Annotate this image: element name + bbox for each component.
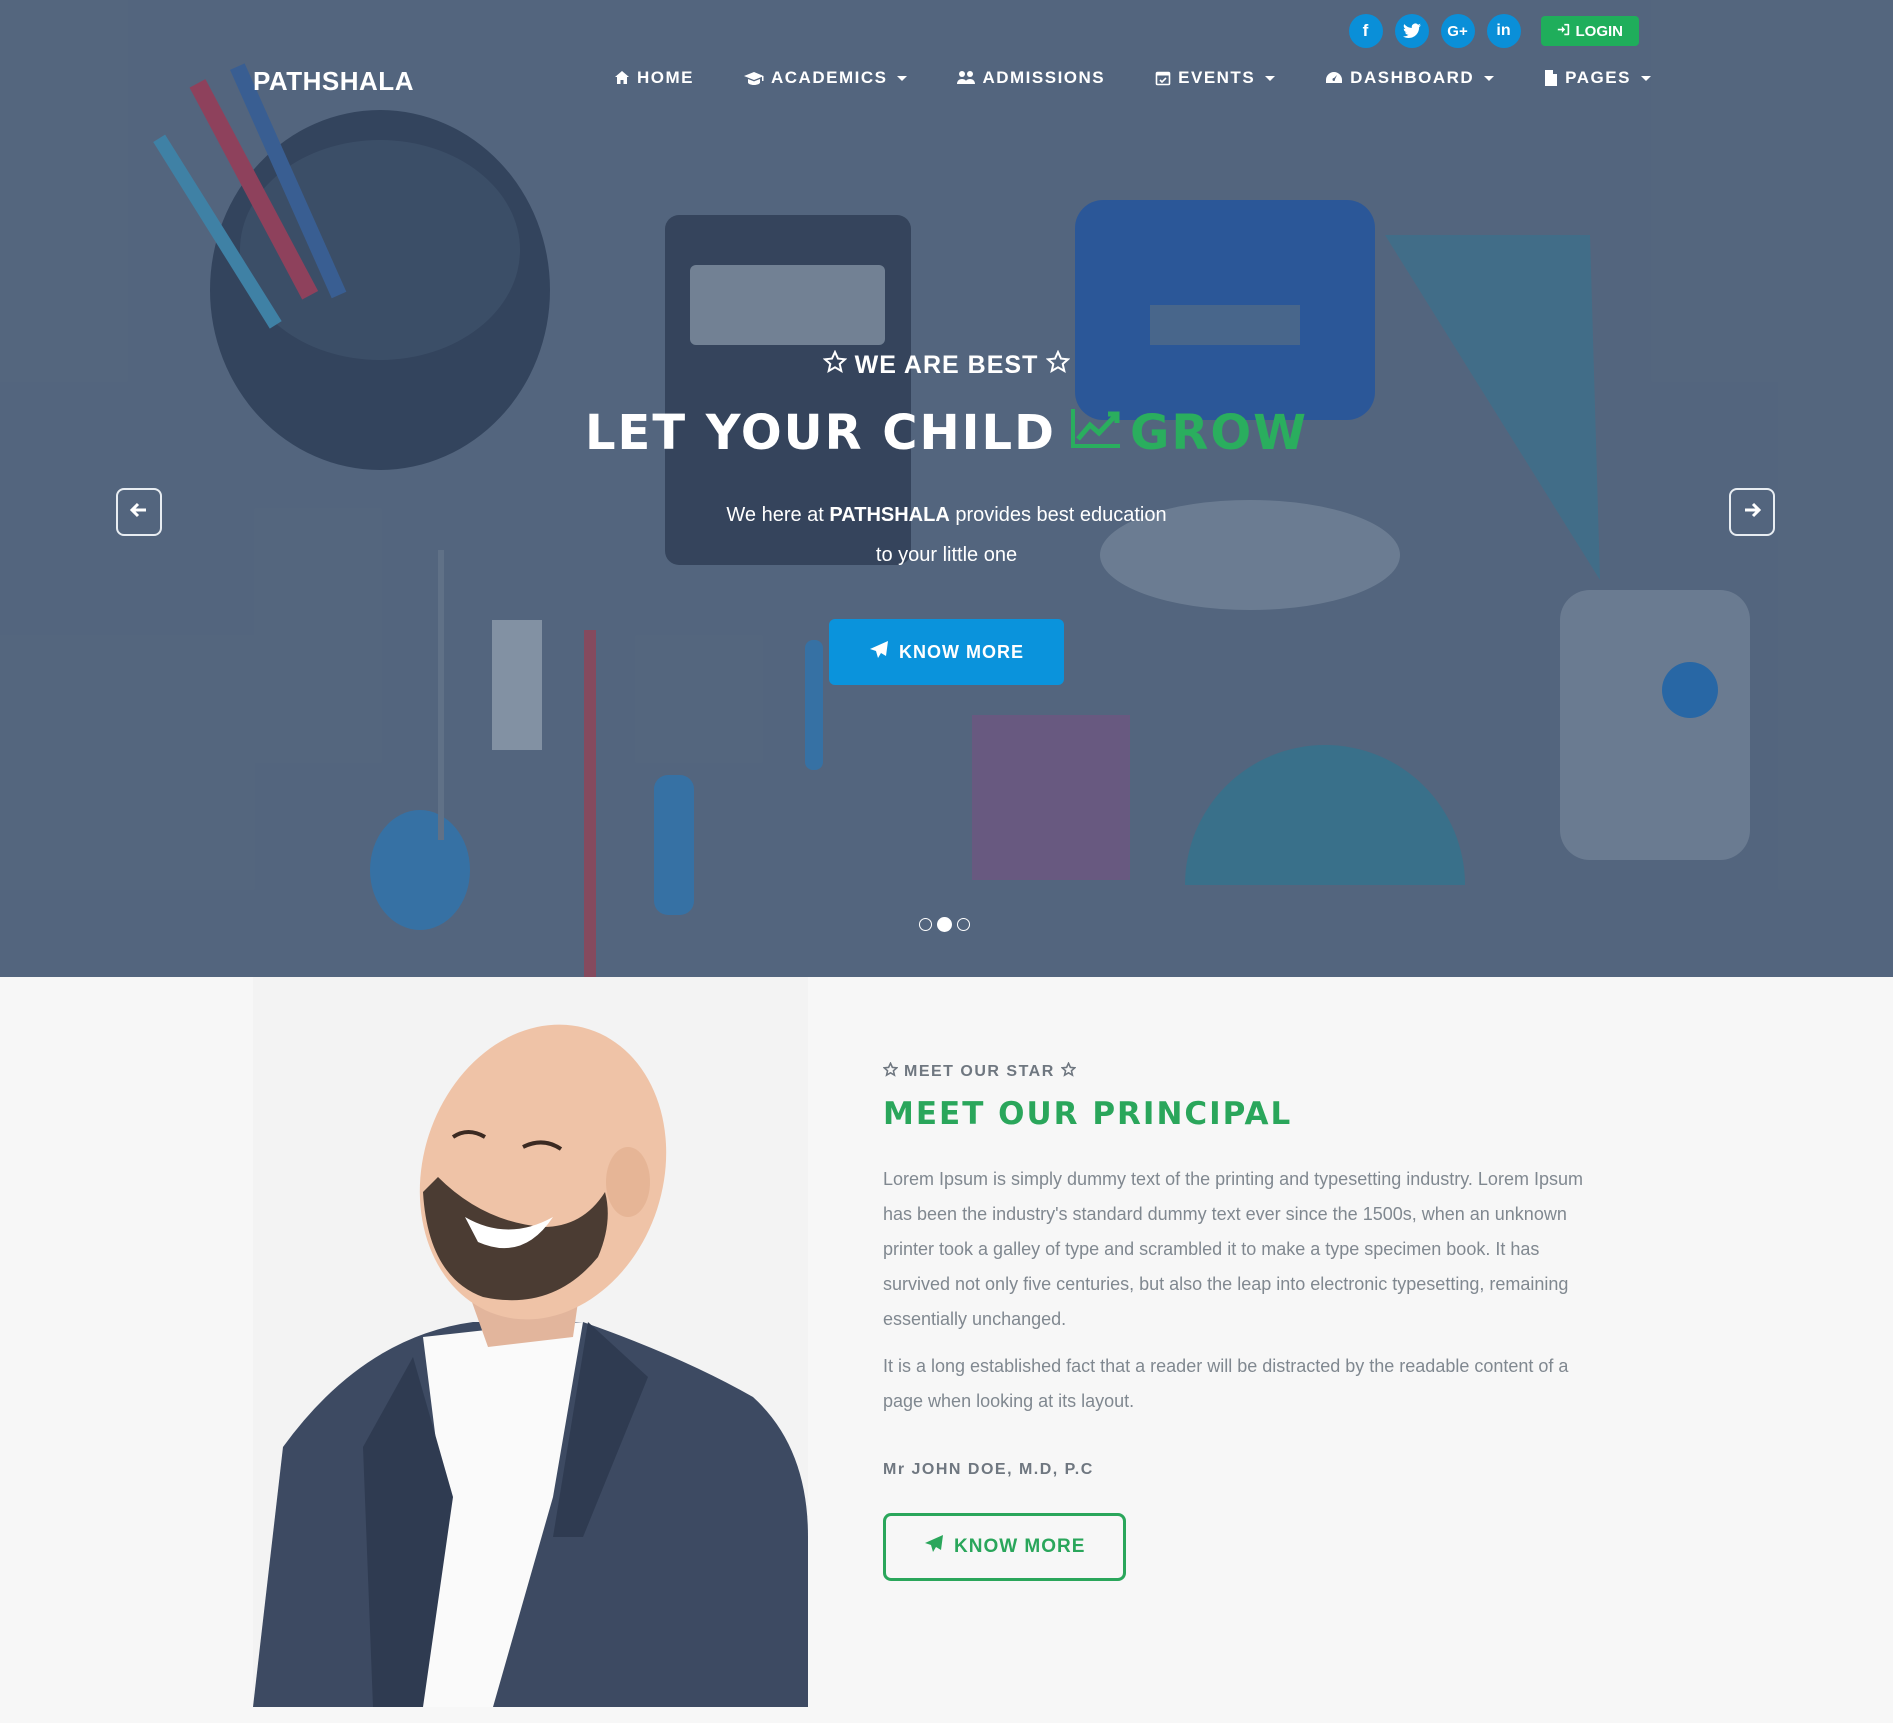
star-icon bbox=[1045, 349, 1071, 381]
hero-know-more-button[interactable]: KNOW MORE bbox=[829, 619, 1064, 685]
file-icon bbox=[1544, 70, 1558, 86]
nav-item-home[interactable]: HOME bbox=[614, 68, 694, 88]
nav-item-academics[interactable]: ACADEMICS bbox=[744, 68, 908, 88]
principal-paragraph-1: Lorem Ipsum is simply dummy text of the … bbox=[883, 1169, 1583, 1329]
hero-headline-grow: GROW bbox=[1129, 405, 1309, 461]
hero-headline-accent: GROW bbox=[1070, 405, 1308, 461]
slider-dot[interactable] bbox=[919, 918, 932, 931]
google-plus-icon[interactable]: G+ bbox=[1440, 14, 1475, 48]
principal-button-label: KNOW MORE bbox=[954, 1536, 1086, 1557]
slider-prev-button[interactable] bbox=[116, 488, 162, 536]
slider-dot[interactable] bbox=[957, 918, 970, 931]
hero-text-before: We here at bbox=[726, 504, 824, 526]
hero-text-after: provides best education bbox=[955, 504, 1167, 526]
nav-label: DASHBOARD bbox=[1350, 68, 1475, 87]
nav-item-pages[interactable]: PAGES bbox=[1544, 68, 1651, 88]
users-icon bbox=[957, 70, 976, 86]
principal-name: Mr JOHN DOE, M.D, P.C bbox=[883, 1461, 1094, 1478]
hero-eyebrow-text: WE ARE BEST bbox=[854, 351, 1039, 379]
paper-plane-icon bbox=[869, 640, 889, 665]
brand-logo[interactable]: PATHSHALA bbox=[253, 66, 414, 97]
hero-headline-main: LET YOUR CHILD bbox=[584, 405, 1056, 461]
login-label: LOGIN bbox=[1575, 22, 1624, 40]
hero-headline: LET YOUR CHILD GROW bbox=[0, 405, 1893, 461]
main-nav: HOME ACADEMICS ADMISSIONS EVENTS DASHBOA… bbox=[614, 68, 1651, 88]
principal-title: MEET OUR PRINCIPAL bbox=[883, 1096, 1293, 1132]
nav-item-events[interactable]: EVENTS bbox=[1155, 68, 1276, 88]
hero-text-line2: to your little one bbox=[875, 544, 1018, 566]
facebook-icon[interactable]: f bbox=[1348, 14, 1383, 48]
hero-description: We here at PATHSHALA provides best educa… bbox=[0, 495, 1893, 575]
star-icon bbox=[1060, 1061, 1077, 1082]
login-button[interactable]: LOGIN bbox=[1540, 16, 1639, 46]
calendar-check-icon bbox=[1155, 70, 1171, 86]
chevron-down-icon bbox=[897, 75, 908, 81]
hero-button-label: KNOW MORE bbox=[899, 641, 1024, 662]
linkedin-icon[interactable]: in bbox=[1486, 14, 1521, 48]
top-bar: f G+ in LOGIN bbox=[1348, 14, 1639, 48]
nav-label: EVENTS bbox=[1178, 68, 1256, 87]
hero-slider: f G+ in LOGIN PATHSHALA HOME ACADEMICS A… bbox=[0, 0, 1893, 977]
arrow-left-icon bbox=[129, 500, 149, 525]
hero-content: WE ARE BEST LET YOUR CHILD GROW We here … bbox=[0, 349, 1893, 685]
slider-dot-active[interactable] bbox=[937, 917, 952, 932]
star-icon bbox=[882, 1061, 899, 1082]
slider-next-button[interactable] bbox=[1729, 488, 1775, 536]
nav-label: ACADEMICS bbox=[771, 68, 888, 87]
arrow-right-icon bbox=[1742, 500, 1762, 525]
hero-text-brand: PATHSHALA bbox=[829, 504, 950, 526]
chevron-down-icon bbox=[1265, 75, 1276, 81]
slider-pagination bbox=[919, 917, 970, 932]
nav-item-dashboard[interactable]: DASHBOARD bbox=[1325, 68, 1495, 88]
principal-photo bbox=[253, 977, 808, 1707]
principal-know-more-button[interactable]: KNOW MORE bbox=[883, 1513, 1127, 1581]
nav-label: ADMISSIONS bbox=[982, 68, 1106, 87]
principal-paragraph-2: It is a long established fact that a rea… bbox=[883, 1356, 1569, 1411]
star-icon bbox=[822, 349, 848, 381]
hero-eyebrow: WE ARE BEST bbox=[0, 349, 1893, 381]
paper-plane-icon bbox=[924, 1534, 944, 1560]
nav-label: PAGES bbox=[1565, 68, 1631, 87]
principal-section: MEET OUR STAR MEET OUR PRINCIPAL Lorem I… bbox=[882, 1061, 1603, 1581]
line-chart-icon bbox=[1070, 405, 1122, 461]
twitter-icon[interactable] bbox=[1394, 14, 1429, 48]
chevron-down-icon bbox=[1640, 75, 1651, 81]
home-icon bbox=[614, 70, 630, 86]
principal-eyebrow-text: MEET OUR STAR bbox=[904, 1063, 1055, 1080]
dashboard-icon bbox=[1325, 70, 1343, 86]
graduation-cap-icon bbox=[744, 70, 764, 86]
nav-item-admissions[interactable]: ADMISSIONS bbox=[957, 68, 1105, 88]
sign-in-icon bbox=[1557, 23, 1570, 40]
nav-label: HOME bbox=[637, 68, 694, 87]
principal-eyebrow: MEET OUR STAR bbox=[882, 1061, 1603, 1082]
chevron-down-icon bbox=[1484, 75, 1495, 81]
